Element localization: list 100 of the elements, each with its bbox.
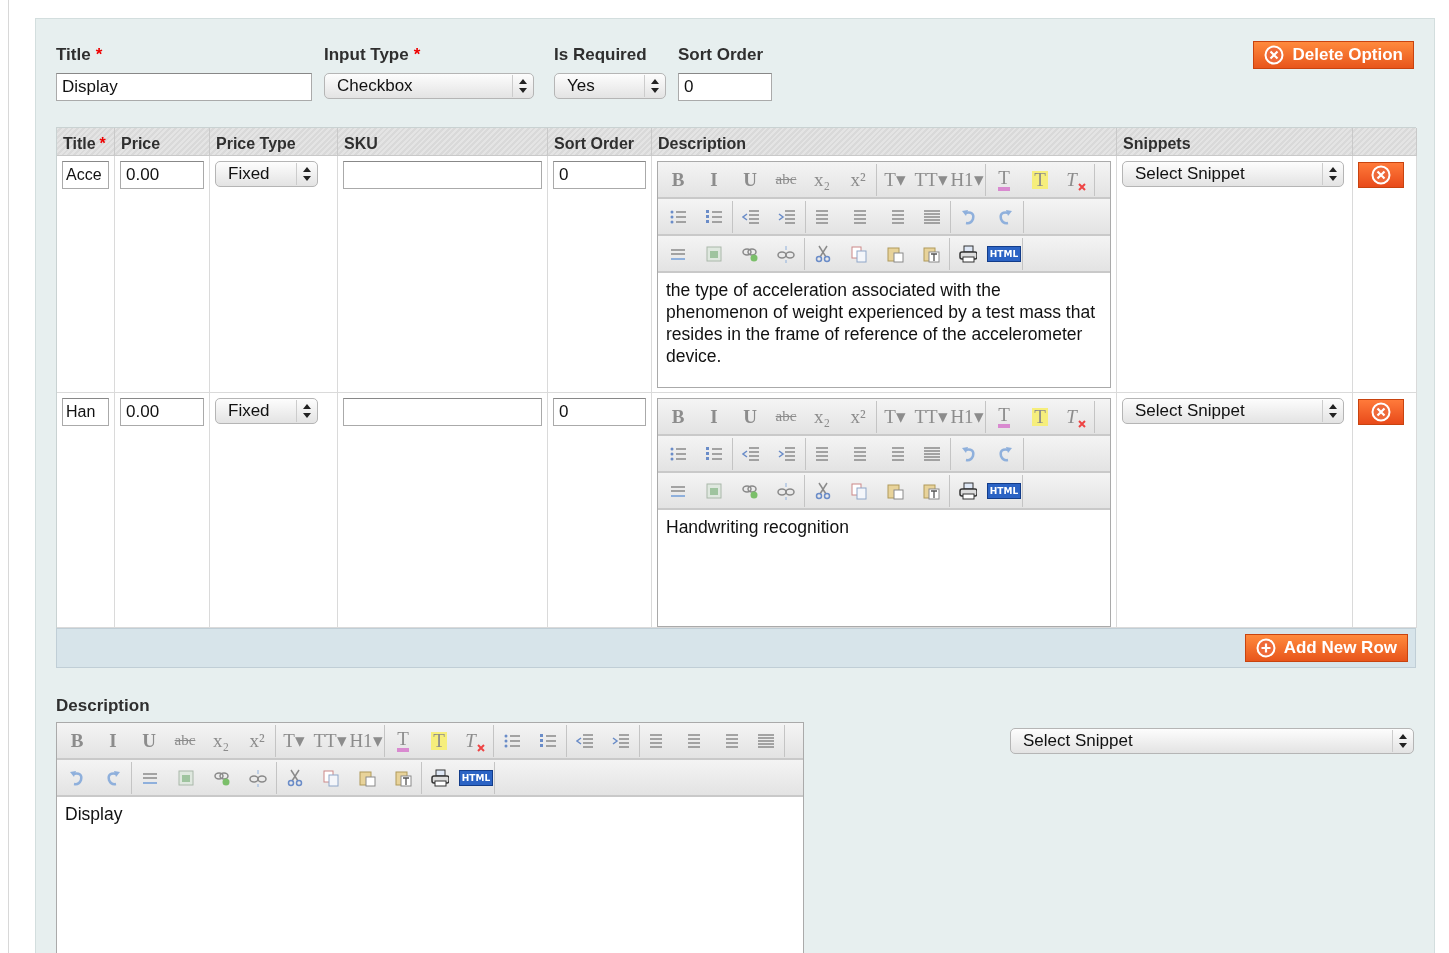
delete-row-button[interactable] <box>1358 162 1404 188</box>
clipboard-icon[interactable] <box>886 244 904 263</box>
clipboard-icon[interactable] <box>358 768 376 787</box>
highlight-button[interactable]: T <box>431 731 447 750</box>
align-center-icon[interactable] <box>851 444 869 463</box>
clipboard-text-icon[interactable] <box>922 244 940 263</box>
justify-icon[interactable] <box>923 207 941 226</box>
indent-icon[interactable] <box>778 444 796 463</box>
format-button[interactable]: B <box>660 164 696 195</box>
outdent-icon[interactable] <box>576 731 594 750</box>
unlink-icon[interactable] <box>777 481 795 500</box>
numbered-list-icon[interactable] <box>705 207 723 226</box>
redo-icon[interactable] <box>996 444 1014 463</box>
strikethrough-button[interactable]: abc <box>167 725 203 756</box>
align-center-icon[interactable] <box>685 731 703 750</box>
format-button[interactable]: TT▾ <box>913 164 949 195</box>
align-center-icon[interactable] <box>851 207 869 226</box>
printer-icon[interactable] <box>959 481 977 500</box>
format-button[interactable]: I <box>696 401 732 432</box>
outdent-icon[interactable] <box>742 207 760 226</box>
is-required-select[interactable]: Yes <box>554 73 666 99</box>
unlink-icon[interactable] <box>777 244 795 263</box>
indent-icon[interactable] <box>612 731 630 750</box>
format-button[interactable]: x² <box>840 164 876 195</box>
sort-order-input[interactable]: 0 <box>553 398 646 426</box>
highlight-button[interactable]: T <box>1032 407 1048 426</box>
snippet-select[interactable]: Select Snippet <box>1122 161 1344 187</box>
format-button[interactable]: T▾ <box>276 725 312 756</box>
format-button[interactable]: B <box>660 401 696 432</box>
format-button[interactable]: I <box>696 164 732 195</box>
undo-icon[interactable] <box>960 444 978 463</box>
format-button[interactable]: T▾ <box>877 401 913 432</box>
unlink-icon[interactable] <box>249 768 267 787</box>
title-input[interactable]: Display <box>56 73 312 101</box>
price-input[interactable]: 0.00 <box>120 398 204 426</box>
input-type-select[interactable]: Checkbox <box>324 73 534 99</box>
delete-option-button[interactable]: Delete Option <box>1253 41 1414 69</box>
strikethrough-button[interactable]: abc <box>768 401 804 432</box>
clear-format-button[interactable]: T <box>1066 405 1086 428</box>
indent-icon[interactable] <box>778 207 796 226</box>
clipboard-text-icon[interactable] <box>922 481 940 500</box>
redo-icon[interactable] <box>996 207 1014 226</box>
sku-input[interactable] <box>343 161 542 189</box>
format-button[interactable]: U <box>131 725 167 756</box>
format-button[interactable]: T▾ <box>877 164 913 195</box>
scissors-icon[interactable] <box>814 244 832 263</box>
price-type-select[interactable]: Fixed <box>215 398 318 424</box>
image-icon[interactable] <box>705 481 723 500</box>
justify-icon[interactable] <box>757 731 775 750</box>
html-source-button[interactable]: HTML <box>986 245 1022 262</box>
redo-icon[interactable] <box>104 768 122 787</box>
format-button[interactable]: TT▾ <box>913 401 949 432</box>
html-source-button[interactable]: HTML <box>986 482 1022 499</box>
image-icon[interactable] <box>705 244 723 263</box>
undo-icon[interactable] <box>960 207 978 226</box>
format-button[interactable]: x₂ <box>804 401 840 432</box>
numbered-list-icon[interactable] <box>539 731 557 750</box>
clear-format-button[interactable]: T <box>1066 168 1086 191</box>
clipboard-icon[interactable] <box>886 481 904 500</box>
clipboard-text-icon[interactable] <box>394 768 412 787</box>
format-button[interactable]: U <box>732 401 768 432</box>
sort-order-input[interactable]: 0 <box>678 73 772 101</box>
format-button[interactable]: U <box>732 164 768 195</box>
format-button[interactable]: H1▾ <box>949 164 985 195</box>
format-button[interactable]: I <box>95 725 131 756</box>
printer-icon[interactable] <box>959 244 977 263</box>
delete-row-button[interactable] <box>1358 399 1404 425</box>
snippet-select[interactable]: Select Snippet <box>1122 398 1344 424</box>
numbered-list-icon[interactable] <box>705 444 723 463</box>
option-title-input[interactable]: Han <box>62 398 109 426</box>
scissors-icon[interactable] <box>814 481 832 500</box>
format-button[interactable]: x² <box>840 401 876 432</box>
add-new-row-button[interactable]: Add New Row <box>1244 634 1408 662</box>
text-color-button[interactable]: T <box>998 405 1010 428</box>
text-color-button[interactable]: T <box>397 729 409 752</box>
text-color-button[interactable]: T <box>998 168 1010 191</box>
copy-icon[interactable] <box>850 244 868 263</box>
format-button[interactable]: x₂ <box>203 725 239 756</box>
format-button[interactable]: x² <box>239 725 275 756</box>
option-title-input[interactable]: Acce <box>62 161 109 189</box>
undo-icon[interactable] <box>68 768 86 787</box>
printer-icon[interactable] <box>431 768 449 787</box>
snippet-select[interactable]: Select Snippet <box>1010 728 1414 754</box>
format-button[interactable]: B <box>59 725 95 756</box>
outdent-icon[interactable] <box>742 444 760 463</box>
format-button[interactable]: H1▾ <box>348 725 384 756</box>
rich-text-area[interactable]: Handwriting recognition <box>658 510 1110 626</box>
format-button[interactable]: TT▾ <box>312 725 348 756</box>
justify-icon[interactable] <box>923 444 941 463</box>
format-button[interactable]: H1▾ <box>949 401 985 432</box>
price-type-select[interactable]: Fixed <box>215 161 318 187</box>
image-icon[interactable] <box>177 768 195 787</box>
sort-order-input[interactable]: 0 <box>553 161 646 189</box>
strikethrough-button[interactable]: abc <box>768 164 804 195</box>
html-source-button[interactable]: HTML <box>458 769 494 786</box>
sku-input[interactable] <box>343 398 542 426</box>
scissors-icon[interactable] <box>286 768 304 787</box>
copy-icon[interactable] <box>850 481 868 500</box>
clear-format-button[interactable]: T <box>465 729 485 752</box>
format-button[interactable]: x₂ <box>804 164 840 195</box>
